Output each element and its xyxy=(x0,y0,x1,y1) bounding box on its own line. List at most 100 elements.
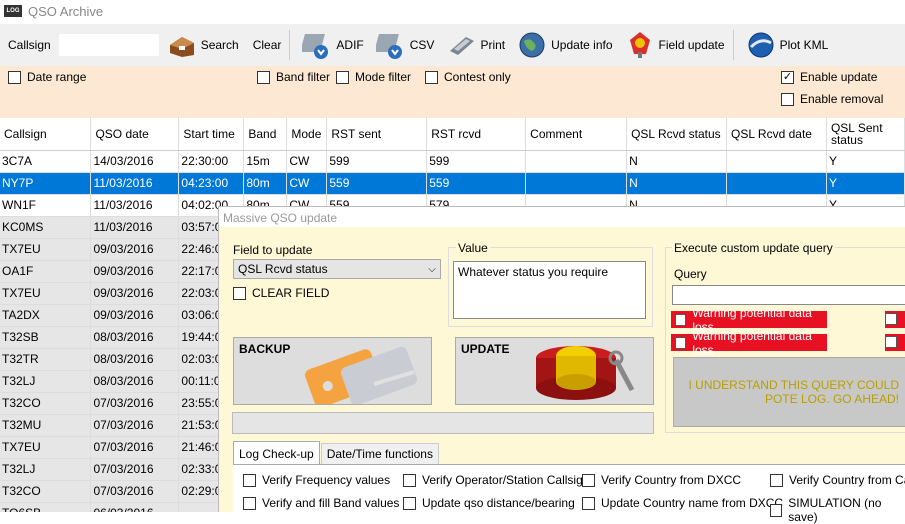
table-cell: 14/03/2016 xyxy=(90,150,180,173)
app-logo: LOG xyxy=(4,5,22,17)
table-cell: 07/03/2016 xyxy=(90,480,180,503)
field-selected-value: QSL Rcvd status xyxy=(238,262,328,276)
simulation-label: SIMULATION (no save) xyxy=(788,496,882,524)
mode-filter-label: Mode filter xyxy=(355,70,412,84)
chevron-down-icon: ⌵ xyxy=(428,263,436,275)
verify-country-callsign-checkbox[interactable]: Verify Country from Callsi xyxy=(770,473,905,487)
table-row[interactable]: 3C7A 14/03/2016 22:30:00 15m CW 599 599 N Y xyxy=(0,150,905,173)
enable-update-checkbox[interactable]: ✓ Enable update xyxy=(781,70,877,84)
enable-removal-checkbox[interactable]: Enable removal xyxy=(781,92,883,106)
adif-export-button[interactable]: ADIF xyxy=(298,28,367,62)
update-distance-label: Update qso distance/bearing xyxy=(422,496,575,510)
update-button[interactable]: UPDATE xyxy=(455,337,654,405)
dialog-title: Massive QSO update xyxy=(219,207,905,227)
table-cell: 09/03/2016 xyxy=(90,304,180,327)
csv-label: CSV xyxy=(409,38,435,52)
csv-export-button[interactable]: CSV xyxy=(372,28,439,62)
column-header[interactable]: RST sent xyxy=(326,118,428,151)
verify-operator-checkbox[interactable]: Verify Operator/Station Callsign xyxy=(403,473,589,487)
table-cell: 09/03/2016 xyxy=(90,238,180,261)
window-title: QSO Archive xyxy=(28,3,104,19)
query-input[interactable] xyxy=(672,285,905,305)
clear-field-label: CLEAR FIELD xyxy=(252,286,330,300)
table-row[interactable]: NY7P 11/03/2016 04:23:00 80m CW 559 559 N Y xyxy=(0,172,905,195)
table-cell: T32LJ xyxy=(0,458,92,481)
checkbox-box xyxy=(403,496,416,510)
verify-frequency-label: Verify Frequency values xyxy=(262,473,391,487)
clear-field-checkbox[interactable]: CLEAR FIELD xyxy=(233,286,329,300)
column-header[interactable]: Comment xyxy=(525,118,628,151)
table-cell: CW xyxy=(286,150,328,173)
table-cell: 11/03/2016 xyxy=(90,172,180,195)
print-button[interactable]: Print xyxy=(442,28,509,62)
field-to-update-select[interactable]: QSL Rcvd status ⌵ xyxy=(233,259,441,279)
dialog-tabs: Log Check-up Date/Time functions xyxy=(233,441,440,465)
value-label: Value xyxy=(456,241,490,255)
column-header[interactable]: QSO date xyxy=(90,118,180,151)
search-button[interactable]: Search xyxy=(163,28,243,62)
column-header[interactable]: QSL Rcvd status xyxy=(626,118,728,151)
warning-checkbox-4[interactable] xyxy=(885,334,905,351)
verify-band-checkbox[interactable]: Verify and fill Band values xyxy=(243,496,399,510)
column-header[interactable]: QSL Rcvd date xyxy=(726,118,827,151)
table-cell: 11/03/2016 xyxy=(90,216,180,239)
google-earth-icon xyxy=(746,30,776,60)
verify-country-dxcc-checkbox[interactable]: Verify Country from DXCC xyxy=(582,473,741,487)
toolbar-separator-2 xyxy=(732,30,734,60)
column-header[interactable]: QSL Sent status xyxy=(826,118,905,151)
update-country-name-checkbox[interactable]: Update Country name from DXCC xyxy=(582,496,783,510)
warning-checkbox-2[interactable]: Warning potential data loss xyxy=(671,329,827,357)
band-filter-checkbox[interactable]: Band filter xyxy=(257,70,330,84)
confirm-query-button[interactable]: I UNDERSTAND THIS QUERY COULD POTE LOG. … xyxy=(673,357,905,427)
clear-button[interactable]: Clear xyxy=(249,36,286,54)
backup-button[interactable]: BACKUP xyxy=(233,337,432,405)
verify-frequency-checkbox[interactable]: Verify Frequency values xyxy=(243,473,390,487)
table-cell: T32TR xyxy=(0,348,92,371)
tab-date-time-functions[interactable]: Date/Time functions xyxy=(320,443,439,465)
checkbox-box xyxy=(582,473,595,487)
verify-country-callsign-label: Verify Country from Callsi xyxy=(789,473,905,487)
table-cell: Y xyxy=(826,172,905,195)
column-header[interactable]: Band xyxy=(243,118,288,151)
table-cell xyxy=(525,172,628,195)
simulation-checkbox[interactable]: SIMULATION (no save) xyxy=(770,496,905,524)
contest-only-checkbox[interactable]: Contest only xyxy=(425,70,511,84)
filter-bar: Date range Band filter Mode filter Conte… xyxy=(0,66,905,118)
field-update-button[interactable]: Field update xyxy=(621,28,729,62)
column-header[interactable]: Start time xyxy=(178,118,245,151)
table-cell: 04:23:00 xyxy=(178,172,245,195)
checkbox-box xyxy=(336,70,349,84)
value-textbox[interactable]: Whatever status you require xyxy=(453,261,646,319)
checkbox-box xyxy=(885,313,897,325)
table-cell: 06/03/2016 xyxy=(90,502,180,512)
table-cell: 08/03/2016 xyxy=(90,370,180,393)
checkbox-box xyxy=(770,503,783,517)
column-header[interactable]: Callsign xyxy=(0,118,92,151)
field-to-update-label: Field to update xyxy=(233,243,313,257)
keys-icon xyxy=(305,346,418,404)
checkbox-box xyxy=(582,496,595,510)
table-cell: CW xyxy=(286,172,328,195)
column-header[interactable]: Mode xyxy=(286,118,328,151)
table-cell: 599 xyxy=(426,150,527,173)
column-header[interactable]: RST rcvd xyxy=(426,118,527,151)
table-cell: 09/03/2016 xyxy=(90,282,180,305)
toolbar: Callsign Search Clear ADIF CSV Print Upd… xyxy=(0,24,905,66)
date-range-checkbox[interactable]: Date range xyxy=(8,70,86,84)
callsign-input[interactable] xyxy=(58,34,159,56)
table-cell: T32MU xyxy=(0,414,92,437)
checkbox-box xyxy=(243,473,256,487)
warning-checkbox-3[interactable] xyxy=(885,311,905,328)
print-label: Print xyxy=(480,38,506,52)
checkbox-box xyxy=(885,336,897,348)
mode-filter-checkbox[interactable]: Mode filter xyxy=(336,70,411,84)
database-update-icon xyxy=(536,346,635,400)
tab-log-check-up[interactable]: Log Check-up xyxy=(233,441,320,465)
update-info-button[interactable]: Update info xyxy=(513,28,616,62)
checkbox-box xyxy=(425,70,438,84)
callsign-label: Callsign xyxy=(8,38,51,52)
checkbox-checked: ✓ xyxy=(781,70,794,84)
update-distance-checkbox[interactable]: Update qso distance/bearing xyxy=(403,496,575,510)
warning-checkbox-1[interactable]: Warning potential data loss xyxy=(671,306,827,334)
plot-kml-button[interactable]: Plot KML xyxy=(742,28,833,62)
